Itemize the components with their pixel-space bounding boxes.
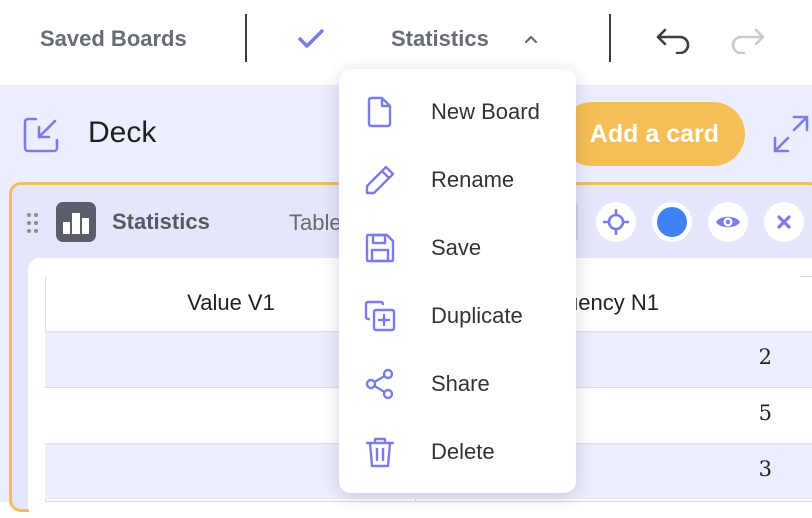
deck-title: Deck xyxy=(88,116,157,149)
check-icon xyxy=(298,29,324,48)
divider xyxy=(576,204,578,240)
confirm-button[interactable] xyxy=(296,0,326,78)
bar-chart-icon xyxy=(56,202,96,242)
collapse-icon[interactable] xyxy=(22,116,60,154)
menu-item-share[interactable]: Share xyxy=(339,356,576,412)
redo-icon xyxy=(731,28,765,54)
menu-item-label: Share xyxy=(431,371,490,396)
share-icon xyxy=(365,368,394,400)
board-menu-toggle[interactable]: Statistics xyxy=(391,0,539,78)
add-card-button[interactable]: Add a card xyxy=(560,102,745,166)
menu-item-label: Save xyxy=(431,235,482,260)
expand-icon[interactable] xyxy=(772,114,810,154)
file-icon xyxy=(367,96,392,128)
menu-item-save[interactable]: Save xyxy=(339,220,576,276)
divider xyxy=(609,14,611,62)
eye-icon xyxy=(716,216,740,228)
table-cell[interactable]: 5 xyxy=(759,401,772,425)
color-swatch xyxy=(657,207,687,237)
pencil-icon xyxy=(365,165,395,195)
undo-icon xyxy=(656,28,690,54)
locate-button[interactable] xyxy=(596,202,636,242)
drag-handle-icon[interactable] xyxy=(26,212,40,234)
board-name-label: Statistics xyxy=(391,26,489,51)
table-cell[interactable]: 2 xyxy=(759,345,772,369)
chevron-up-icon xyxy=(524,35,537,44)
panel-title: Statistics xyxy=(112,209,210,234)
close-icon xyxy=(777,215,791,229)
redo-button[interactable] xyxy=(728,0,766,78)
table-cell[interactable]: 3 xyxy=(759,457,772,481)
menu-item-duplicate[interactable]: Duplicate xyxy=(339,288,576,344)
menu-item-label: New Board xyxy=(431,99,540,124)
close-panel-button[interactable] xyxy=(764,202,804,242)
duplicate-icon xyxy=(364,300,396,332)
color-picker-button[interactable] xyxy=(652,202,692,242)
board-dropdown-menu: New Board Rename Save Duplicate Share De… xyxy=(339,69,576,493)
visibility-button[interactable] xyxy=(708,202,748,242)
floppy-icon xyxy=(365,233,395,263)
add-card-label: Add a card xyxy=(589,119,719,148)
menu-item-label: Delete xyxy=(431,439,495,464)
menu-item-delete[interactable]: Delete xyxy=(339,424,576,480)
divider xyxy=(245,14,247,62)
menu-item-label: Rename xyxy=(431,167,515,192)
trash-icon xyxy=(365,437,395,468)
menu-item-rename[interactable]: Rename xyxy=(339,152,576,208)
column-header[interactable]: uency N1 xyxy=(560,276,800,330)
menu-item-label: Duplicate xyxy=(431,303,523,328)
crosshair-icon xyxy=(603,209,629,235)
saved-boards-label: Saved Boards xyxy=(40,26,187,51)
menu-item-new-board[interactable]: New Board xyxy=(339,84,576,140)
saved-boards-button[interactable]: Saved Boards xyxy=(40,0,187,78)
undo-button[interactable] xyxy=(655,0,693,78)
tab-table[interactable]: Table xyxy=(289,210,342,236)
